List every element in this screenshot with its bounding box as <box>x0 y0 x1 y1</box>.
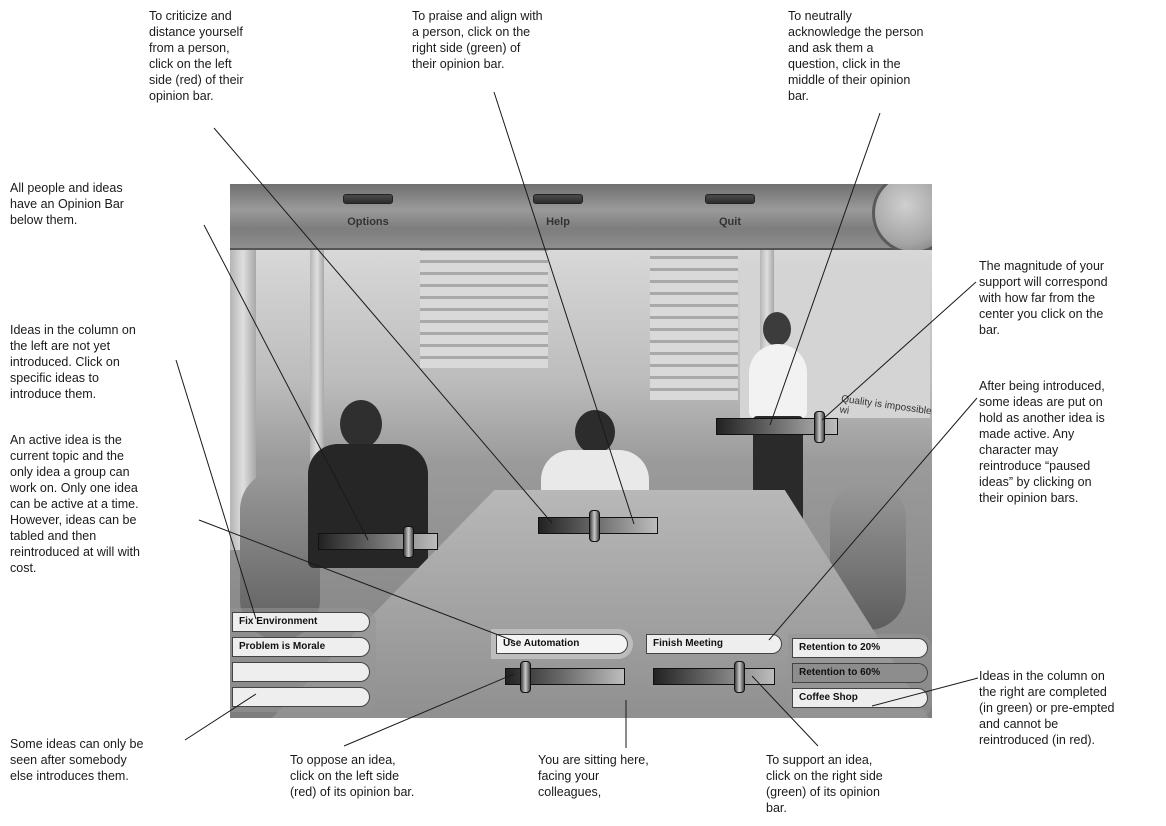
annotation-left-column: Ideas in the column on the left are not … <box>10 323 136 401</box>
menu-tab-handle <box>343 194 393 204</box>
colleague-head <box>575 410 615 454</box>
annotation-criticize: To criticize and distance yourself from … <box>149 9 244 103</box>
opinion-slider[interactable] <box>734 661 745 693</box>
options-menu-button[interactable]: Options <box>328 194 408 228</box>
idea-retention-to-60: Retention to 60% <box>792 663 928 683</box>
help-menu-button[interactable]: Help <box>518 194 598 228</box>
annotation-active-idea: An active idea is the current topic and … <box>10 433 140 575</box>
annotation-sitting: You are sitting here, facing your collea… <box>538 753 649 799</box>
help-label: Help <box>546 216 570 228</box>
options-label: Options <box>347 216 389 228</box>
annotation-right-column: Ideas in the column on the right are com… <box>979 669 1115 747</box>
paused-idea-finish-meeting[interactable]: Finish Meeting <box>646 634 782 654</box>
building-center <box>420 250 548 368</box>
opinion-bar-colleague-right[interactable] <box>716 411 838 443</box>
opinion-slider[interactable] <box>520 661 531 693</box>
idea-hidden-slot <box>232 662 370 682</box>
colleague-head <box>763 312 791 346</box>
menu-tab-handle <box>705 194 755 204</box>
opinion-bar-colleague-left[interactable] <box>318 526 438 558</box>
menu-bar: Options Help Quit <box>230 184 932 254</box>
idea-coffee-shop: Coffee Shop <box>792 688 928 708</box>
annotation-praise: To praise and align with a person, click… <box>412 9 543 71</box>
colleague-head <box>340 400 382 448</box>
annotation-neutral: To neutrally acknowledge the person and … <box>788 9 924 103</box>
annotation-paused-ideas: After being introduced, some ideas are p… <box>979 379 1105 505</box>
opinion-bar-paused-idea[interactable] <box>653 661 775 693</box>
building-right <box>650 250 738 400</box>
idea-fix-environment[interactable]: Fix Environment <box>232 612 370 632</box>
opinion-bar-colleague-center[interactable] <box>538 510 658 542</box>
annotation-opinion-bar: All people and ideas have an Opinion Bar… <box>10 181 124 227</box>
annotation-support: To support an idea, click on the right s… <box>766 753 883 815</box>
game-screen: Options Help Quit Quality is impossible … <box>230 184 932 718</box>
annotation-hidden-ideas: Some ideas can only be seen after somebo… <box>10 737 144 783</box>
active-idea-use-automation[interactable]: Use Automation <box>496 634 628 654</box>
university-seal-logo <box>872 184 932 254</box>
annotation-magnitude: The magnitude of your support will corre… <box>979 259 1108 337</box>
opinion-slider[interactable] <box>814 411 825 443</box>
annotation-oppose: To oppose an idea, click on the left sid… <box>290 753 415 799</box>
menu-tab-handle <box>533 194 583 204</box>
idea-hidden-slot <box>232 687 370 707</box>
colleague-torso <box>749 344 807 418</box>
idea-retention-to-20: Retention to 20% <box>792 638 928 658</box>
opinion-bar-active-idea[interactable] <box>505 661 625 693</box>
quit-menu-button[interactable]: Quit <box>690 194 770 228</box>
quit-label: Quit <box>719 216 741 228</box>
opinion-slider[interactable] <box>403 526 414 558</box>
opinion-slider[interactable] <box>589 510 600 542</box>
idea-problem-is-morale[interactable]: Problem is Morale <box>232 637 370 657</box>
